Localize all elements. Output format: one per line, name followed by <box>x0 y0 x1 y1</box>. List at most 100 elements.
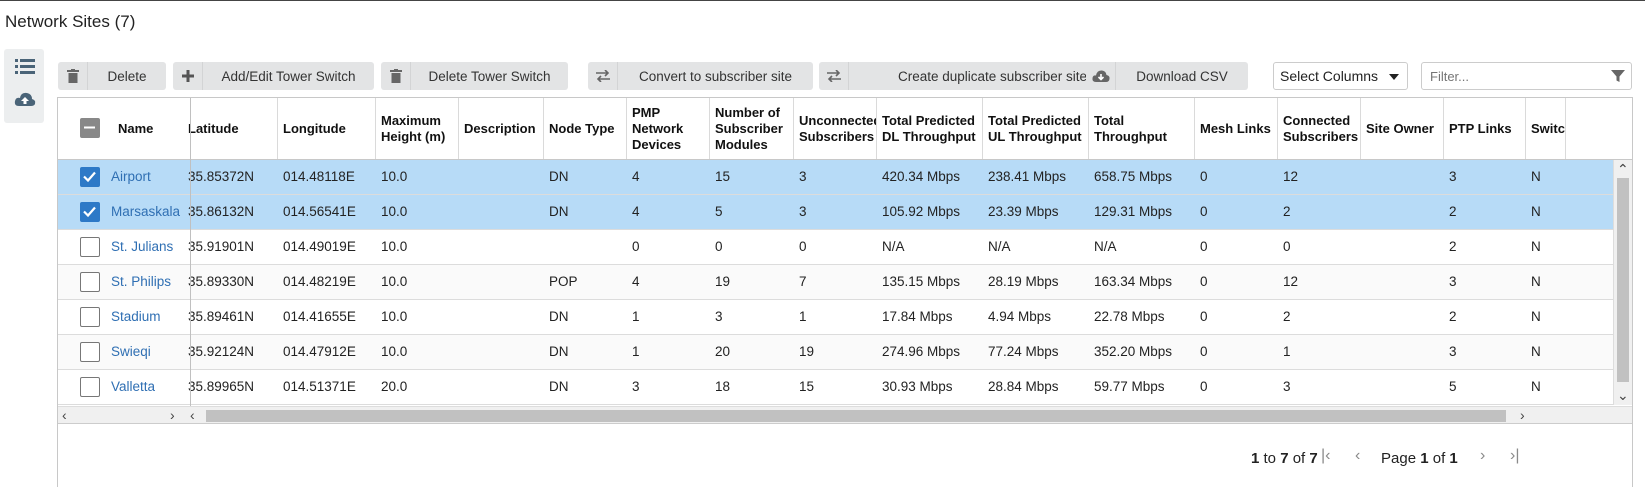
chevron-right-icon[interactable]: › <box>170 406 175 424</box>
column-header-pmp-network-devices[interactable]: PMP Network Devices <box>627 98 710 159</box>
vertical-scrollbar[interactable]: ⌃ ⌄ <box>1613 160 1632 405</box>
column-header-connected-subscribers[interactable]: Connected Subscribers <box>1278 98 1361 159</box>
table-cell <box>459 300 544 334</box>
table-cell: 658.75 Mbps <box>1094 169 1173 184</box>
column-header-longitude[interactable]: Longitude <box>278 98 376 159</box>
chevron-up-icon[interactable]: ⌃ <box>1617 160 1629 178</box>
row-checkbox[interactable] <box>80 237 100 257</box>
table-cell: 4 <box>632 169 640 184</box>
network-sites-grid: Name Latitude Longitude Maximum Height (m) D… <box>57 97 1633 487</box>
chevron-down-icon[interactable]: ⌄ <box>1617 386 1629 404</box>
table-cell: 014.48118E <box>283 169 355 184</box>
chevron-left-icon[interactable]: ‹ <box>62 406 67 424</box>
table-cell: 35.89330N <box>188 274 255 289</box>
table-row[interactable]: Stadium 35.89461N 014.41655E 10.0 DN 1 3 1 17.84… <box>58 300 1613 335</box>
convert-to-subscriber-site-button[interactable]: Convert to subscriber site <box>588 62 813 90</box>
table-row[interactable]: St. Philips 35.89330N 014.48219E 10.0 POP 4 19… <box>58 265 1613 300</box>
table-cell: 20 <box>715 344 731 359</box>
table-cell <box>459 160 544 194</box>
column-header-total-predicted-ul-throughput[interactable]: Total Predicted UL Throughput <box>983 98 1089 159</box>
download-csv-button[interactable]: Download CSV <box>1086 62 1248 90</box>
table-cell <box>459 370 544 404</box>
table-cell: 274.96 Mbps <box>882 344 961 359</box>
column-header-node-type[interactable]: Node Type <box>544 98 627 159</box>
column-header-description[interactable]: Description <box>459 98 544 159</box>
column-header-unconnected-subscribers[interactable]: Unconnected Subscribers <box>794 98 877 159</box>
column-header-maximum-height-m[interactable]: Maximum Height (m) <box>376 98 459 159</box>
row-checkbox[interactable] <box>80 272 100 292</box>
table-cell: POP <box>549 274 578 289</box>
column-header-mesh-links[interactable]: Mesh Links <box>1195 98 1278 159</box>
table-cell <box>1361 300 1444 334</box>
next-page-icon[interactable]: › <box>1480 447 1485 465</box>
horizontal-scrollbar[interactable]: ‹ › ‹ › <box>58 406 1632 424</box>
horizontal-scroll-thumb[interactable] <box>206 410 1506 422</box>
table-row[interactable]: St. Julians 35.91901N 014.49019E 10.0 0 0 0 N/A… <box>58 230 1613 265</box>
table-cell: 18 <box>715 379 731 394</box>
column-header-number-of-subscriber-modules[interactable]: Number of Subscriber Modules <box>710 98 794 159</box>
select-columns-dropdown[interactable]: Select Columns <box>1273 62 1408 90</box>
previous-page-icon[interactable]: ‹ <box>1355 447 1360 465</box>
table-cell: 5 <box>1449 379 1457 394</box>
row-checkbox[interactable] <box>80 342 100 362</box>
table-cell: N <box>1531 204 1541 219</box>
row-checkbox[interactable] <box>80 202 100 222</box>
site-name-link[interactable]: Swieqi <box>106 335 186 369</box>
column-header-ptp-links[interactable]: PTP Links <box>1444 98 1526 159</box>
table-cell: 10.0 <box>381 344 408 359</box>
table-cell: 3 <box>1449 274 1457 289</box>
trash-icon <box>381 62 411 90</box>
row-checkbox[interactable] <box>80 307 100 327</box>
swap-icon <box>588 62 618 90</box>
column-header-switch[interactable]: Switch <box>1526 98 1566 159</box>
site-name-link[interactable]: Airport <box>106 160 186 194</box>
table-row[interactable]: Marsaskala 35.86132N 014.56541E 10.0 DN 4 5 3 10… <box>58 195 1613 230</box>
list-view-icon[interactable] <box>14 55 36 77</box>
table-row[interactable]: Swieqi 35.92124N 014.47912E 10.0 DN 1 20 19 274.… <box>58 335 1613 370</box>
column-header-total-throughput[interactable]: Total Throughput <box>1089 98 1195 159</box>
column-header-site-owner[interactable]: Site Owner <box>1361 98 1444 159</box>
delete-button[interactable]: Delete <box>58 62 166 90</box>
column-header-total-predicted-dl-throughput[interactable]: Total Predicted DL Throughput <box>877 98 983 159</box>
site-name-link[interactable]: St. Philips <box>106 265 186 299</box>
table-cell <box>459 335 544 369</box>
filter-input[interactable] <box>1430 63 1605 89</box>
table-cell: 0 <box>632 239 640 254</box>
table-cell: 22.78 Mbps <box>1094 309 1165 324</box>
row-checkbox[interactable] <box>80 167 100 187</box>
delete-tower-switch-button[interactable]: Delete Tower Switch <box>381 62 568 90</box>
site-name-link[interactable]: Marsaskala <box>106 195 186 229</box>
table-row[interactable]: Valletta 35.89965N 014.51371E 20.0 DN 3 18 15 30… <box>58 370 1613 405</box>
first-page-icon[interactable]: |‹ <box>1321 447 1330 465</box>
site-name-link[interactable]: Stadium <box>106 300 186 334</box>
table-cell: DN <box>549 344 569 359</box>
site-name-link[interactable]: St. Julians <box>106 230 186 264</box>
chevron-right-icon[interactable]: › <box>1520 406 1525 424</box>
cloud-upload-icon[interactable] <box>14 89 36 111</box>
select-all-checkbox[interactable] <box>80 118 100 138</box>
table-row[interactable]: Airport 35.85372N 014.48118E 10.0 DN 4 15 3 420.… <box>58 160 1613 195</box>
funnel-icon[interactable] <box>1611 69 1625 83</box>
add-edit-tower-switch-button[interactable]: Add/Edit Tower Switch <box>173 62 374 90</box>
table-cell: 014.48219E <box>283 274 356 289</box>
table-cell: DN <box>549 169 569 184</box>
table-cell: 135.15 Mbps <box>882 274 961 289</box>
table-cell: 1 <box>1283 344 1291 359</box>
table-cell: 10.0 <box>381 274 408 289</box>
table-cell: 35.85372N <box>188 169 255 184</box>
table-cell <box>1361 265 1444 299</box>
table-cell: 014.51371E <box>283 379 356 394</box>
table-cell: 59.77 Mbps <box>1094 379 1165 394</box>
column-header-latitude[interactable]: Latitude <box>183 98 278 159</box>
filter-field[interactable] <box>1421 62 1632 90</box>
vertical-scroll-thumb[interactable] <box>1617 178 1629 382</box>
site-name-link[interactable]: Valletta <box>106 370 186 404</box>
row-checkbox[interactable] <box>80 377 100 397</box>
table-cell: 2 <box>1283 309 1291 324</box>
table-cell: N/A <box>882 239 905 254</box>
column-header-name[interactable]: Name <box>113 98 183 159</box>
table-cell: 2 <box>1449 239 1457 254</box>
chevron-left-icon[interactable]: ‹ <box>190 406 195 424</box>
table-cell: 238.41 Mbps <box>988 169 1067 184</box>
last-page-icon[interactable]: ›| <box>1510 447 1519 465</box>
